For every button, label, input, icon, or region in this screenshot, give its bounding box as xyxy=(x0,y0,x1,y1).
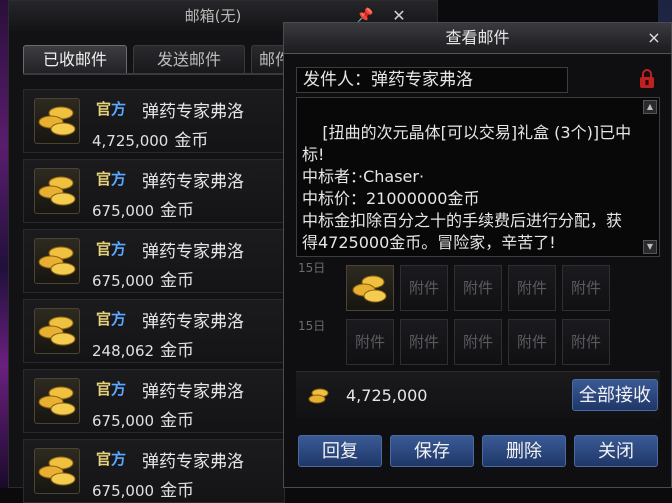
mail-gold-amount: 675,000 xyxy=(92,482,155,500)
official-tag-part: 官 xyxy=(96,380,112,398)
official-tag-part: 方 xyxy=(111,170,127,188)
mail-list-item[interactable]: 官方 弹药专家弗洛 675,000 金币 xyxy=(23,159,285,223)
gold-coin-stack-icon xyxy=(38,246,76,276)
mail-gold-amount: 4,725,000 xyxy=(92,132,169,150)
mail-list-item[interactable]: 官方 弹药专家弗洛 675,000 金币 xyxy=(23,439,285,503)
mail-sender: 弹药专家弗洛 xyxy=(142,312,244,332)
official-tag: 官方 xyxy=(96,448,126,469)
mail-gold-unit: 金币 xyxy=(160,271,195,291)
mail-gold: 4,725,000 金币 xyxy=(92,126,208,151)
reply-button[interactable]: 回复 xyxy=(298,435,382,467)
delete-button[interactable]: 删除 xyxy=(482,435,566,467)
attachment-slot[interactable]: 附件 xyxy=(346,319,394,365)
mail-body: [扭曲的次元晶体[可以交易]礼盒 (3个)]已中标! 中标者：·Chaser· … xyxy=(296,97,660,257)
attachment-area: 15日 附件 附件 附件 附件 15日 附件 附件 附件 附件 附件 xyxy=(296,257,660,377)
mail-gold: 248,062 金币 xyxy=(92,336,194,361)
official-tag-part: 官 xyxy=(96,240,112,258)
mail-sender: 弹药专家弗洛 xyxy=(142,452,244,472)
body-scrollbar[interactable]: ▲ ▼ xyxy=(643,100,657,254)
mail-gold: 675,000 金币 xyxy=(92,476,194,501)
gold-coin-stack-icon xyxy=(352,275,387,303)
attachment-slot[interactable]: 附件 xyxy=(400,265,448,311)
official-tag-part: 方 xyxy=(111,100,127,118)
official-tag: 官方 xyxy=(96,238,126,259)
gold-coin-stack-icon xyxy=(38,176,76,206)
receive-all-button[interactable]: 全部接收 xyxy=(572,379,658,411)
mail-icon xyxy=(34,98,80,144)
official-tag-part: 方 xyxy=(111,310,127,328)
attachment-slot[interactable]: 附件 xyxy=(454,319,502,365)
mail-gold-unit: 金币 xyxy=(174,131,209,151)
attachment-slot[interactable]: 附件 xyxy=(508,265,556,311)
attachment-slot[interactable]: 附件 xyxy=(562,319,610,365)
mail-list-item[interactable]: 官方 弹药专家弗洛 4,725,000 金币 xyxy=(23,89,285,153)
gold-coin-stack-icon xyxy=(38,386,76,416)
mail-list-item[interactable]: 官方 弹药专家弗洛 675,000 金币 xyxy=(23,369,285,433)
mail-gold-amount: 675,000 xyxy=(92,202,155,220)
gold-coin-icon xyxy=(308,388,329,404)
mail-gold-unit: 金币 xyxy=(160,201,195,221)
scroll-down-icon[interactable]: ▼ xyxy=(643,240,657,254)
attachment-slot[interactable]: 附件 xyxy=(508,319,556,365)
mail-gold-amount: 675,000 xyxy=(92,272,155,290)
sender-field: 发件人：弹药专家弗洛 xyxy=(296,67,568,93)
dialog-close-icon[interactable]: × xyxy=(643,26,665,50)
mail-sender: 弹药专家弗洛 xyxy=(142,172,244,192)
mail-gold-amount: 675,000 xyxy=(92,412,155,430)
attachment-slot[interactable]: 附件 xyxy=(400,319,448,365)
official-tag: 官方 xyxy=(96,98,126,119)
gold-amount: 4,725,000 xyxy=(346,386,428,405)
mail-list-item[interactable]: 官方 弹药专家弗洛 248,062 金币 xyxy=(23,299,285,363)
day-label: 15日 xyxy=(298,319,326,333)
save-button[interactable]: 保存 xyxy=(390,435,474,467)
mail-icon xyxy=(34,238,80,284)
attachment-slot[interactable]: 附件 xyxy=(562,265,610,311)
gold-coin-stack-icon xyxy=(38,456,76,486)
attachment-slot-gold[interactable] xyxy=(346,265,394,311)
gold-coin-stack-icon xyxy=(38,316,76,346)
mail-sender: 弹药专家弗洛 xyxy=(142,242,244,262)
mail-icon xyxy=(34,378,80,424)
official-tag-part: 官 xyxy=(96,450,112,468)
mail-body-text: [扭曲的次元晶体[可以交易]礼盒 (3个)]已中标! 中标者：·Chaser· … xyxy=(302,123,632,252)
mail-sender: 弹药专家弗洛 xyxy=(142,102,244,122)
mail-gold: 675,000 金币 xyxy=(92,266,194,291)
mail-gold-unit: 金币 xyxy=(160,341,195,361)
official-tag: 官方 xyxy=(96,308,126,329)
dialog-title: 查看邮件 xyxy=(284,23,671,54)
mail-gold-amount: 248,062 xyxy=(92,342,155,360)
official-tag-part: 官 xyxy=(96,310,112,328)
scroll-up-icon[interactable]: ▲ xyxy=(643,100,657,114)
official-tag-part: 方 xyxy=(111,450,127,468)
mailbox-title: 邮箱(无) xyxy=(184,7,242,25)
mail-icon xyxy=(34,448,80,494)
tab-sent[interactable]: 发送邮件 xyxy=(133,45,245,73)
day-label: 15日 xyxy=(298,261,326,275)
mail-icon xyxy=(34,168,80,214)
official-tag-part: 方 xyxy=(111,240,127,258)
official-tag-part: 官 xyxy=(96,100,112,118)
mail-gold: 675,000 金币 xyxy=(92,406,194,431)
gold-coin-stack-icon xyxy=(38,106,76,136)
attachment-slot[interactable]: 附件 xyxy=(454,265,502,311)
mail-icon xyxy=(34,308,80,354)
official-tag-part: 官 xyxy=(96,170,112,188)
official-tag: 官方 xyxy=(96,168,126,189)
official-tag: 官方 xyxy=(96,378,126,399)
close-button[interactable]: 关闭 xyxy=(574,435,658,467)
official-tag-part: 方 xyxy=(111,380,127,398)
mail-sender: 弹药专家弗洛 xyxy=(142,382,244,402)
mail-gold-unit: 金币 xyxy=(160,411,195,431)
mail-gold-unit: 金币 xyxy=(160,481,195,501)
view-mail-dialog: 查看邮件 × 发件人：弹药专家弗洛 [扭曲的次元晶体[可以交易]礼盒 (3个)]… xyxy=(283,22,672,488)
mail-gold: 675,000 金币 xyxy=(92,196,194,221)
mail-list-item[interactable]: 官方 弹药专家弗洛 675,000 金币 xyxy=(23,229,285,293)
tab-inbox[interactable]: 已收邮件 xyxy=(23,45,127,73)
lock-icon xyxy=(640,69,654,88)
